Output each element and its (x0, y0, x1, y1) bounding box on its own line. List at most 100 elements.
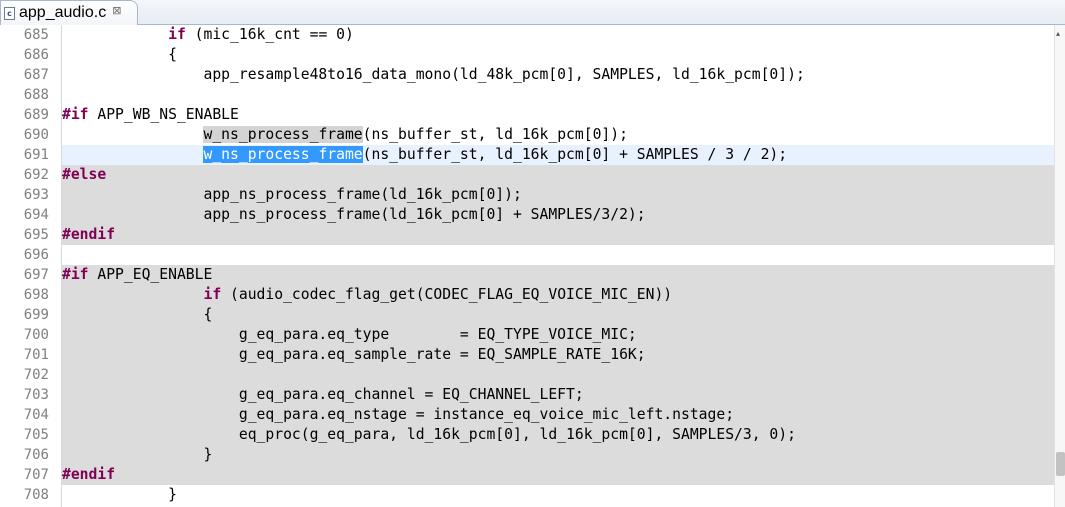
code-token: app_ns_process_frame(ld_16k_pcm[0]); (62, 186, 522, 203)
code-text[interactable]: } (62, 485, 1054, 505)
c-source-file-icon: c (4, 6, 15, 20)
code-text[interactable]: g_eq_para.eq_channel = EQ_CHANNEL_LEFT; (62, 385, 1054, 405)
code-text[interactable] (62, 365, 1054, 385)
code-token: (mic_16k_cnt == 0) (185, 26, 354, 43)
code-text[interactable]: g_eq_para.eq_sample_rate = EQ_SAMPLE_RAT… (62, 345, 1054, 365)
keyword-token: #endif (62, 466, 116, 483)
code-token: app_ns_process_frame(ld_16k_pcm[0] + SAM… (62, 206, 646, 223)
line-number: 694 (23, 207, 49, 223)
line-number: 705 (23, 427, 49, 443)
code-line[interactable]: 698 if (audio_codec_flag_get(CODEC_FLAG_… (0, 285, 1054, 305)
code-line[interactable]: 706 } (0, 445, 1054, 465)
code-line[interactable]: 695 #endif (0, 225, 1054, 245)
code-line[interactable]: 704 g_eq_para.eq_nstage = instance_eq_vo… (0, 405, 1054, 425)
code-text[interactable]: } (62, 445, 1054, 465)
code-line[interactable]: 690 w_ns_process_frame(ns_buffer_st, ld_… (0, 125, 1054, 145)
code-text[interactable]: eq_proc(g_eq_para, ld_16k_pcm[0], ld_16k… (62, 425, 1054, 445)
code-token: eq_proc(g_eq_para, ld_16k_pcm[0], ld_16k… (62, 426, 796, 443)
line-number: 688 (23, 87, 49, 103)
keyword-token: if (168, 26, 186, 43)
code-token: g_eq_para.eq_sample_rate = EQ_SAMPLE_RAT… (62, 346, 646, 363)
editor-tab-bar: c app_audio.c ⊠ (0, 0, 1065, 25)
code-text[interactable]: app_ns_process_frame(ld_16k_pcm[0] + SAM… (62, 205, 1054, 225)
line-number: 690 (23, 127, 49, 143)
code-line[interactable]: 708 } (0, 485, 1054, 505)
code-token: g_eq_para.eq_channel = EQ_CHANNEL_LEFT; (62, 386, 584, 403)
code-editor[interactable]: 685 if (mic_16k_cnt == 0) 686 {687 app_re… (0, 25, 1054, 507)
line-number: 704 (23, 407, 49, 423)
code-text[interactable]: w_ns_process_frame(ns_buffer_st, ld_16k_… (62, 145, 1054, 165)
code-text[interactable]: #endif (62, 225, 1054, 245)
line-number: 687 (23, 67, 49, 83)
code-line[interactable]: 696 (0, 245, 1054, 265)
code-text[interactable]: #endif (62, 465, 1054, 485)
scrollbar-thumb[interactable] (1056, 452, 1065, 476)
code-line[interactable]: 685 if (mic_16k_cnt == 0) (0, 25, 1054, 45)
code-text[interactable]: { (62, 305, 1054, 325)
tab-app-audio-c[interactable]: c app_audio.c ⊠ (0, 0, 138, 25)
code-line[interactable]: 701 g_eq_para.eq_sample_rate = EQ_SAMPLE… (0, 345, 1054, 365)
code-line[interactable]: 691 w_ns_process_frame(ns_buffer_st, ld_… (0, 145, 1054, 165)
line-number: 693 (23, 187, 49, 203)
close-icon[interactable]: ⊠ (112, 4, 121, 17)
code-token: g_eq_para.eq_type = EQ_TYPE_VOICE_MIC; (62, 326, 637, 343)
code-line[interactable]: 707 #endif (0, 465, 1054, 485)
keyword-token: if (203, 286, 222, 303)
line-number: 695 (23, 227, 49, 243)
code-text[interactable]: #if APP_WB_NS_ENABLE (62, 105, 1054, 125)
code-line[interactable]: 693 app_ns_process_frame(ld_16k_pcm[0]); (0, 185, 1054, 205)
tab-label: app_audio.c (19, 4, 107, 21)
code-line[interactable]: 699 { (0, 305, 1054, 325)
code-text[interactable]: #if APP_EQ_ENABLE (62, 265, 1054, 285)
code-text[interactable]: if (audio_codec_flag_get(CODEC_FLAG_EQ_V… (62, 285, 1054, 305)
line-number: 708 (23, 487, 49, 503)
code-token: app_resample48to16_data_mono(ld_48k_pcm[… (62, 66, 805, 83)
line-number: 699 (23, 307, 49, 323)
scroll-up-arrow-icon[interactable]: ▴ (1056, 30, 1065, 38)
code-line[interactable]: 687 app_resample48to16_data_mono(ld_48k_… (0, 65, 1054, 85)
line-number: 706 (23, 447, 49, 463)
code-token: (audio_codec_flag_get(CODEC_FLAG_EQ_VOIC… (221, 286, 673, 303)
code-text[interactable]: if (mic_16k_cnt == 0) (62, 25, 1054, 45)
code-line[interactable]: 705 eq_proc(g_eq_para, ld_16k_pcm[0], ld… (0, 425, 1054, 445)
code-text[interactable]: { (62, 45, 1054, 65)
keyword-token: #if (62, 266, 89, 283)
line-number: 698 (23, 287, 49, 303)
code-token: APP_EQ_ENABLE (88, 266, 213, 283)
code-text[interactable]: g_eq_para.eq_type = EQ_TYPE_VOICE_MIC; (62, 325, 1054, 345)
code-token: (ns_buffer_st, ld_16k_pcm[0]); (362, 126, 628, 143)
code-text[interactable]: app_ns_process_frame(ld_16k_pcm[0]); (62, 185, 1054, 205)
code-text[interactable]: #else (62, 165, 1054, 185)
vertical-scrollbar[interactable]: ▴ (1054, 25, 1065, 507)
line-number: 696 (23, 247, 49, 263)
code-token: APP_WB_NS_ENABLE (88, 106, 239, 123)
code-text[interactable]: g_eq_para.eq_nstage = instance_eq_voice_… (62, 405, 1054, 425)
line-number: 697 (23, 267, 49, 283)
code-line[interactable]: 688 (0, 85, 1054, 105)
code-line[interactable]: 703 g_eq_para.eq_channel = EQ_CHANNEL_LE… (0, 385, 1054, 405)
code-token: { (62, 46, 177, 63)
keyword-token: #endif (62, 226, 116, 243)
code-token: g_eq_para.eq_nstage = instance_eq_voice_… (62, 406, 735, 423)
code-line[interactable]: 686 { (0, 45, 1054, 65)
line-number: 686 (23, 47, 49, 63)
code-line[interactable]: 700 g_eq_para.eq_type = EQ_TYPE_VOICE_MI… (0, 325, 1054, 345)
code-token: { (62, 306, 213, 323)
code-text[interactable] (62, 85, 1054, 105)
code-line[interactable]: 692 #else (0, 165, 1054, 185)
code-line[interactable]: 694 app_ns_process_frame(ld_16k_pcm[0] +… (0, 205, 1054, 225)
code-text[interactable]: app_resample48to16_data_mono(ld_48k_pcm[… (62, 65, 1054, 85)
line-number: 702 (23, 367, 49, 383)
code-line[interactable]: 702 (0, 365, 1054, 385)
line-number: 700 (23, 327, 49, 343)
keyword-token: #else (62, 166, 107, 183)
code-text[interactable]: w_ns_process_frame(ns_buffer_st, ld_16k_… (62, 125, 1054, 145)
code-text[interactable] (62, 245, 1054, 265)
code-line[interactable]: 697 #if APP_EQ_ENABLE (0, 265, 1054, 285)
code-line[interactable]: 689 #if APP_WB_NS_ENABLE (0, 105, 1054, 125)
line-number: 701 (23, 347, 49, 363)
